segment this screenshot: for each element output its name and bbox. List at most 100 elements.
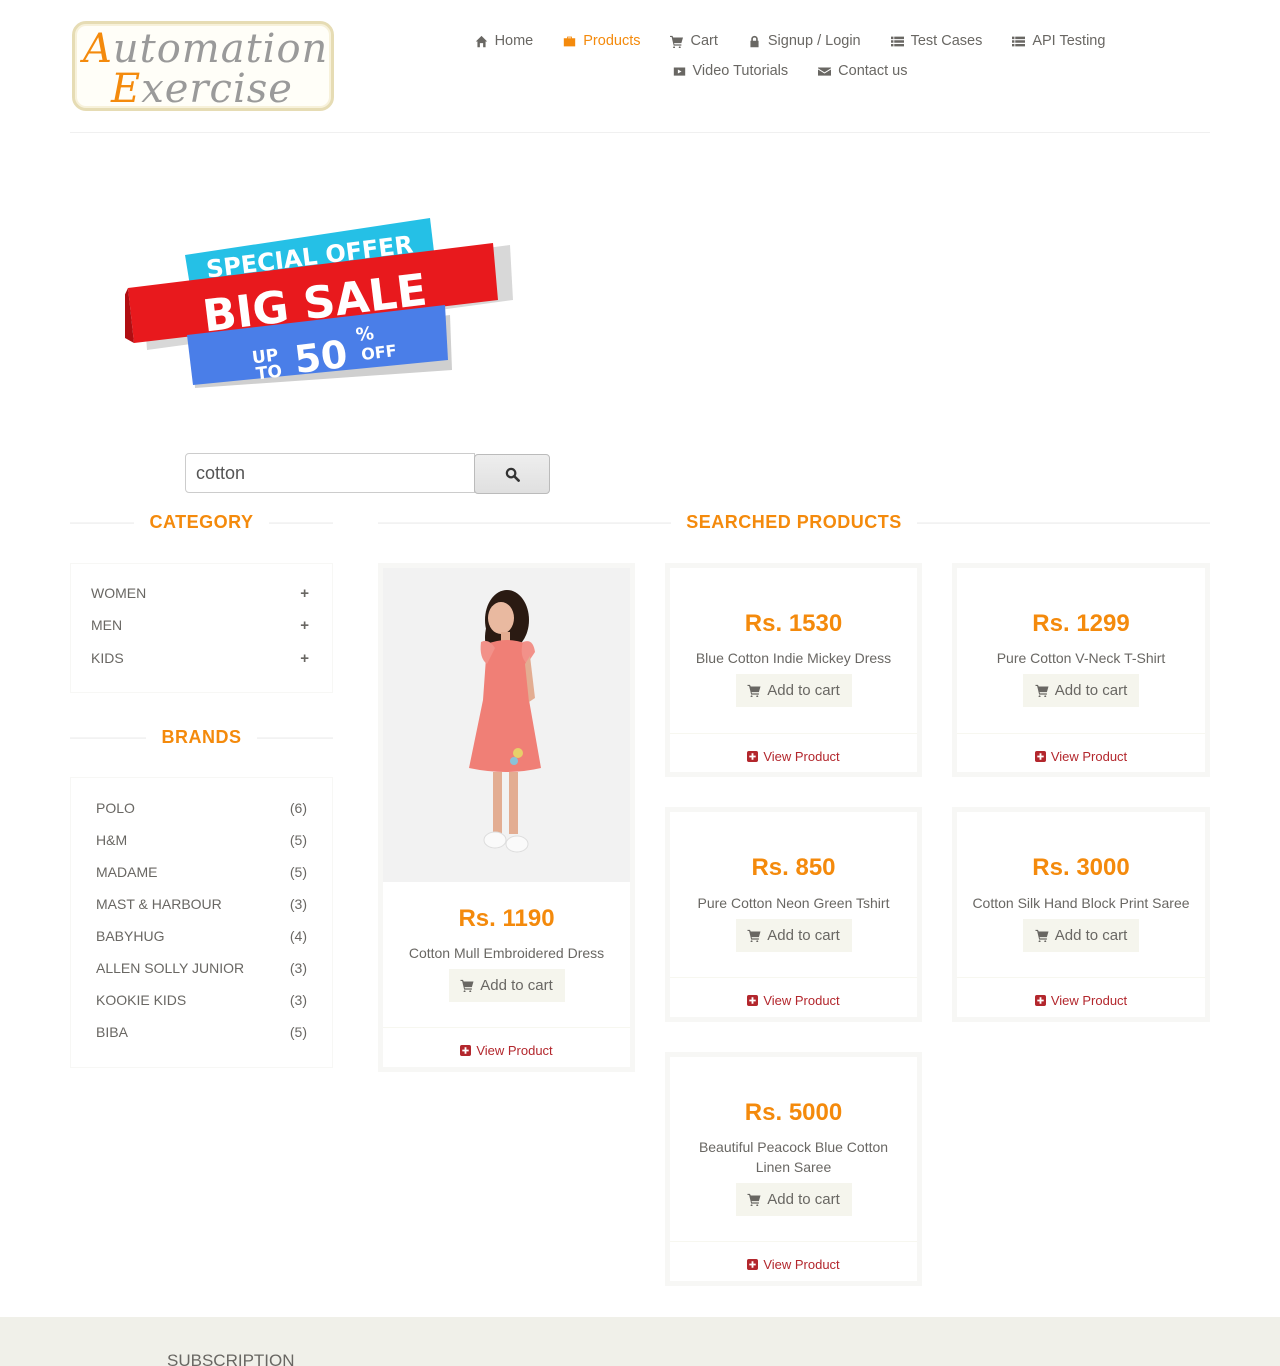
search-input[interactable]	[185, 453, 475, 493]
add-to-cart-button[interactable]: Add to cart	[735, 919, 852, 952]
view-product-label: View Product	[763, 993, 840, 1008]
plus-icon[interactable]: +	[300, 617, 309, 634]
add-to-cart-button[interactable]: Add to cart	[1023, 674, 1139, 707]
category-item-women[interactable]: WOMEN +	[91, 585, 309, 602]
category-item-kids[interactable]: KIDS +	[91, 650, 309, 667]
card-divider	[383, 1027, 630, 1028]
category-label: WOMEN	[91, 585, 147, 601]
brand-name: BABYHUG	[96, 928, 165, 944]
brand-item[interactable]: BABYHUG (4)	[96, 928, 307, 944]
banner-percent-sign: %	[355, 323, 375, 346]
lock-icon	[750, 35, 759, 47]
searched-products-title: SEARCHED PRODUCTS	[671, 511, 917, 533]
view-product-link[interactable]: View Product	[957, 993, 1205, 1008]
add-to-cart-label: Add to cart	[767, 927, 840, 944]
view-product-link[interactable]: View Product	[670, 993, 917, 1008]
plus-square-icon	[747, 1259, 759, 1270]
briefcase-icon	[564, 36, 576, 46]
nav-cart[interactable]: Cart	[655, 33, 732, 49]
product-name: Blue Cotton Indie Mickey Dress	[695, 650, 892, 666]
brand-item[interactable]: POLO (6)	[96, 800, 307, 816]
product-card: Rs. 1190 Cotton Mull Embroidered Dress A…	[378, 563, 635, 1072]
nav-products[interactable]: Products	[548, 33, 655, 49]
view-product-link[interactable]: View Product	[670, 749, 917, 764]
product-card: Rs. 1299 Pure Cotton V-Neck T-Shirt Add …	[952, 563, 1210, 777]
brand-item[interactable]: MAST & HARBOUR (3)	[96, 896, 307, 912]
brand-name: POLO	[96, 800, 135, 816]
footer: SUBSCRIPTION	[0, 1317, 1280, 1366]
brand-item[interactable]: KOOKIE KIDS (3)	[96, 992, 307, 1008]
add-to-cart-button[interactable]: Add to cart	[448, 969, 565, 1002]
site-logo[interactable]: Automation Exercise	[72, 21, 334, 112]
plus-square-icon	[747, 751, 759, 762]
nav-api-testing-label: API Testing	[1032, 33, 1106, 49]
brand-item[interactable]: MADAME (5)	[96, 864, 307, 880]
plus-icon[interactable]: +	[300, 650, 309, 667]
nav-api-testing[interactable]: API Testing	[997, 33, 1120, 49]
brand-item[interactable]: H&M (5)	[96, 832, 307, 848]
nav-home[interactable]: Home	[460, 33, 549, 49]
add-to-cart-button[interactable]: Add to cart	[735, 674, 852, 707]
product-name: Cotton Silk Hand Block Print Saree	[972, 895, 1190, 911]
card-divider	[670, 977, 917, 978]
brand-count: (5)	[289, 864, 307, 880]
brand-item[interactable]: ALLEN SOLLY JUNIOR (3)	[96, 960, 307, 976]
nav-signup-label: Signup / Login	[767, 33, 861, 49]
plus-square-icon	[1034, 995, 1046, 1006]
product-image	[383, 568, 630, 882]
card-divider	[957, 977, 1205, 978]
product-name: Pure Cotton V-Neck T-Shirt	[996, 650, 1166, 666]
nav-contact-label: Contact us	[838, 63, 908, 79]
product-price: Rs. 1190	[458, 905, 555, 932]
nav-contact-us[interactable]: Contact us	[803, 63, 922, 79]
plus-square-icon	[1034, 751, 1046, 762]
plus-icon[interactable]: +	[300, 585, 309, 602]
big-sale-banner: SPECIAL OFFER BIG SALE UP TO 50 % OFF	[125, 218, 513, 388]
brand-name: H&M	[96, 832, 128, 848]
cart-icon	[1035, 929, 1049, 942]
product-price: Rs. 3000	[1032, 854, 1130, 881]
search-icon	[505, 467, 520, 482]
list-icon	[1012, 36, 1026, 46]
view-product-label: View Product	[763, 749, 840, 764]
add-to-cart-label: Add to cart	[1054, 927, 1128, 944]
brands-panel: POLO (6) H&M (5) MADAME (5) MAST & HARBOUR (…	[70, 777, 333, 1068]
card-divider	[670, 1241, 917, 1242]
view-product-label: View Product	[476, 1043, 553, 1058]
view-product-link[interactable]: View Product	[957, 749, 1205, 764]
product-name: Beautiful Peacock Blue Cotton Linen Sare…	[698, 1139, 889, 1175]
main-nav: Home Products Cart Signup / Login Test C…	[470, 26, 1110, 86]
cart-icon	[670, 35, 684, 48]
nav-video-label: Video Tutorials	[692, 63, 789, 79]
nav-products-label: Products	[583, 33, 641, 49]
card-divider	[957, 733, 1205, 734]
view-product-link[interactable]: View Product	[383, 1043, 630, 1058]
brand-count: (3)	[289, 992, 307, 1008]
product-price: Rs. 5000	[744, 1099, 843, 1126]
brand-item[interactable]: BIBA (5)	[96, 1024, 307, 1040]
nav-test-cases[interactable]: Test Cases	[876, 33, 998, 49]
brand-name: KOOKIE KIDS	[96, 992, 187, 1008]
searched-products-heading: SEARCHED PRODUCTS	[378, 511, 1210, 533]
brand-name: MAST & HARBOUR	[96, 896, 222, 912]
view-product-link[interactable]: View Product	[670, 1257, 917, 1272]
brand-count: (6)	[289, 800, 307, 816]
category-item-men[interactable]: MEN +	[91, 617, 309, 634]
cart-icon	[747, 1193, 761, 1206]
add-to-cart-label: Add to cart	[480, 977, 553, 994]
add-to-cart-button[interactable]: Add to cart	[1023, 919, 1139, 952]
product-price: Rs. 1299	[1032, 610, 1130, 637]
search-button[interactable]	[474, 454, 550, 494]
nav-video-tutorials[interactable]: Video Tutorials	[658, 63, 804, 79]
nav-signup-login[interactable]: Signup / Login	[733, 33, 876, 49]
category-title: CATEGORY	[134, 511, 269, 533]
category-heading: CATEGORY	[70, 511, 333, 533]
envelope-icon	[818, 66, 832, 76]
add-to-cart-button[interactable]: Add to cart	[735, 1183, 852, 1216]
banner-to: TO	[255, 361, 283, 384]
brand-name: MADAME	[96, 864, 158, 880]
home-icon	[475, 35, 487, 47]
add-to-cart-label: Add to cart	[1054, 682, 1128, 699]
category-panel: WOMEN + MEN + KIDS +	[70, 563, 333, 693]
site-header: Automation Exercise Home Products Cart S…	[70, 0, 1210, 133]
